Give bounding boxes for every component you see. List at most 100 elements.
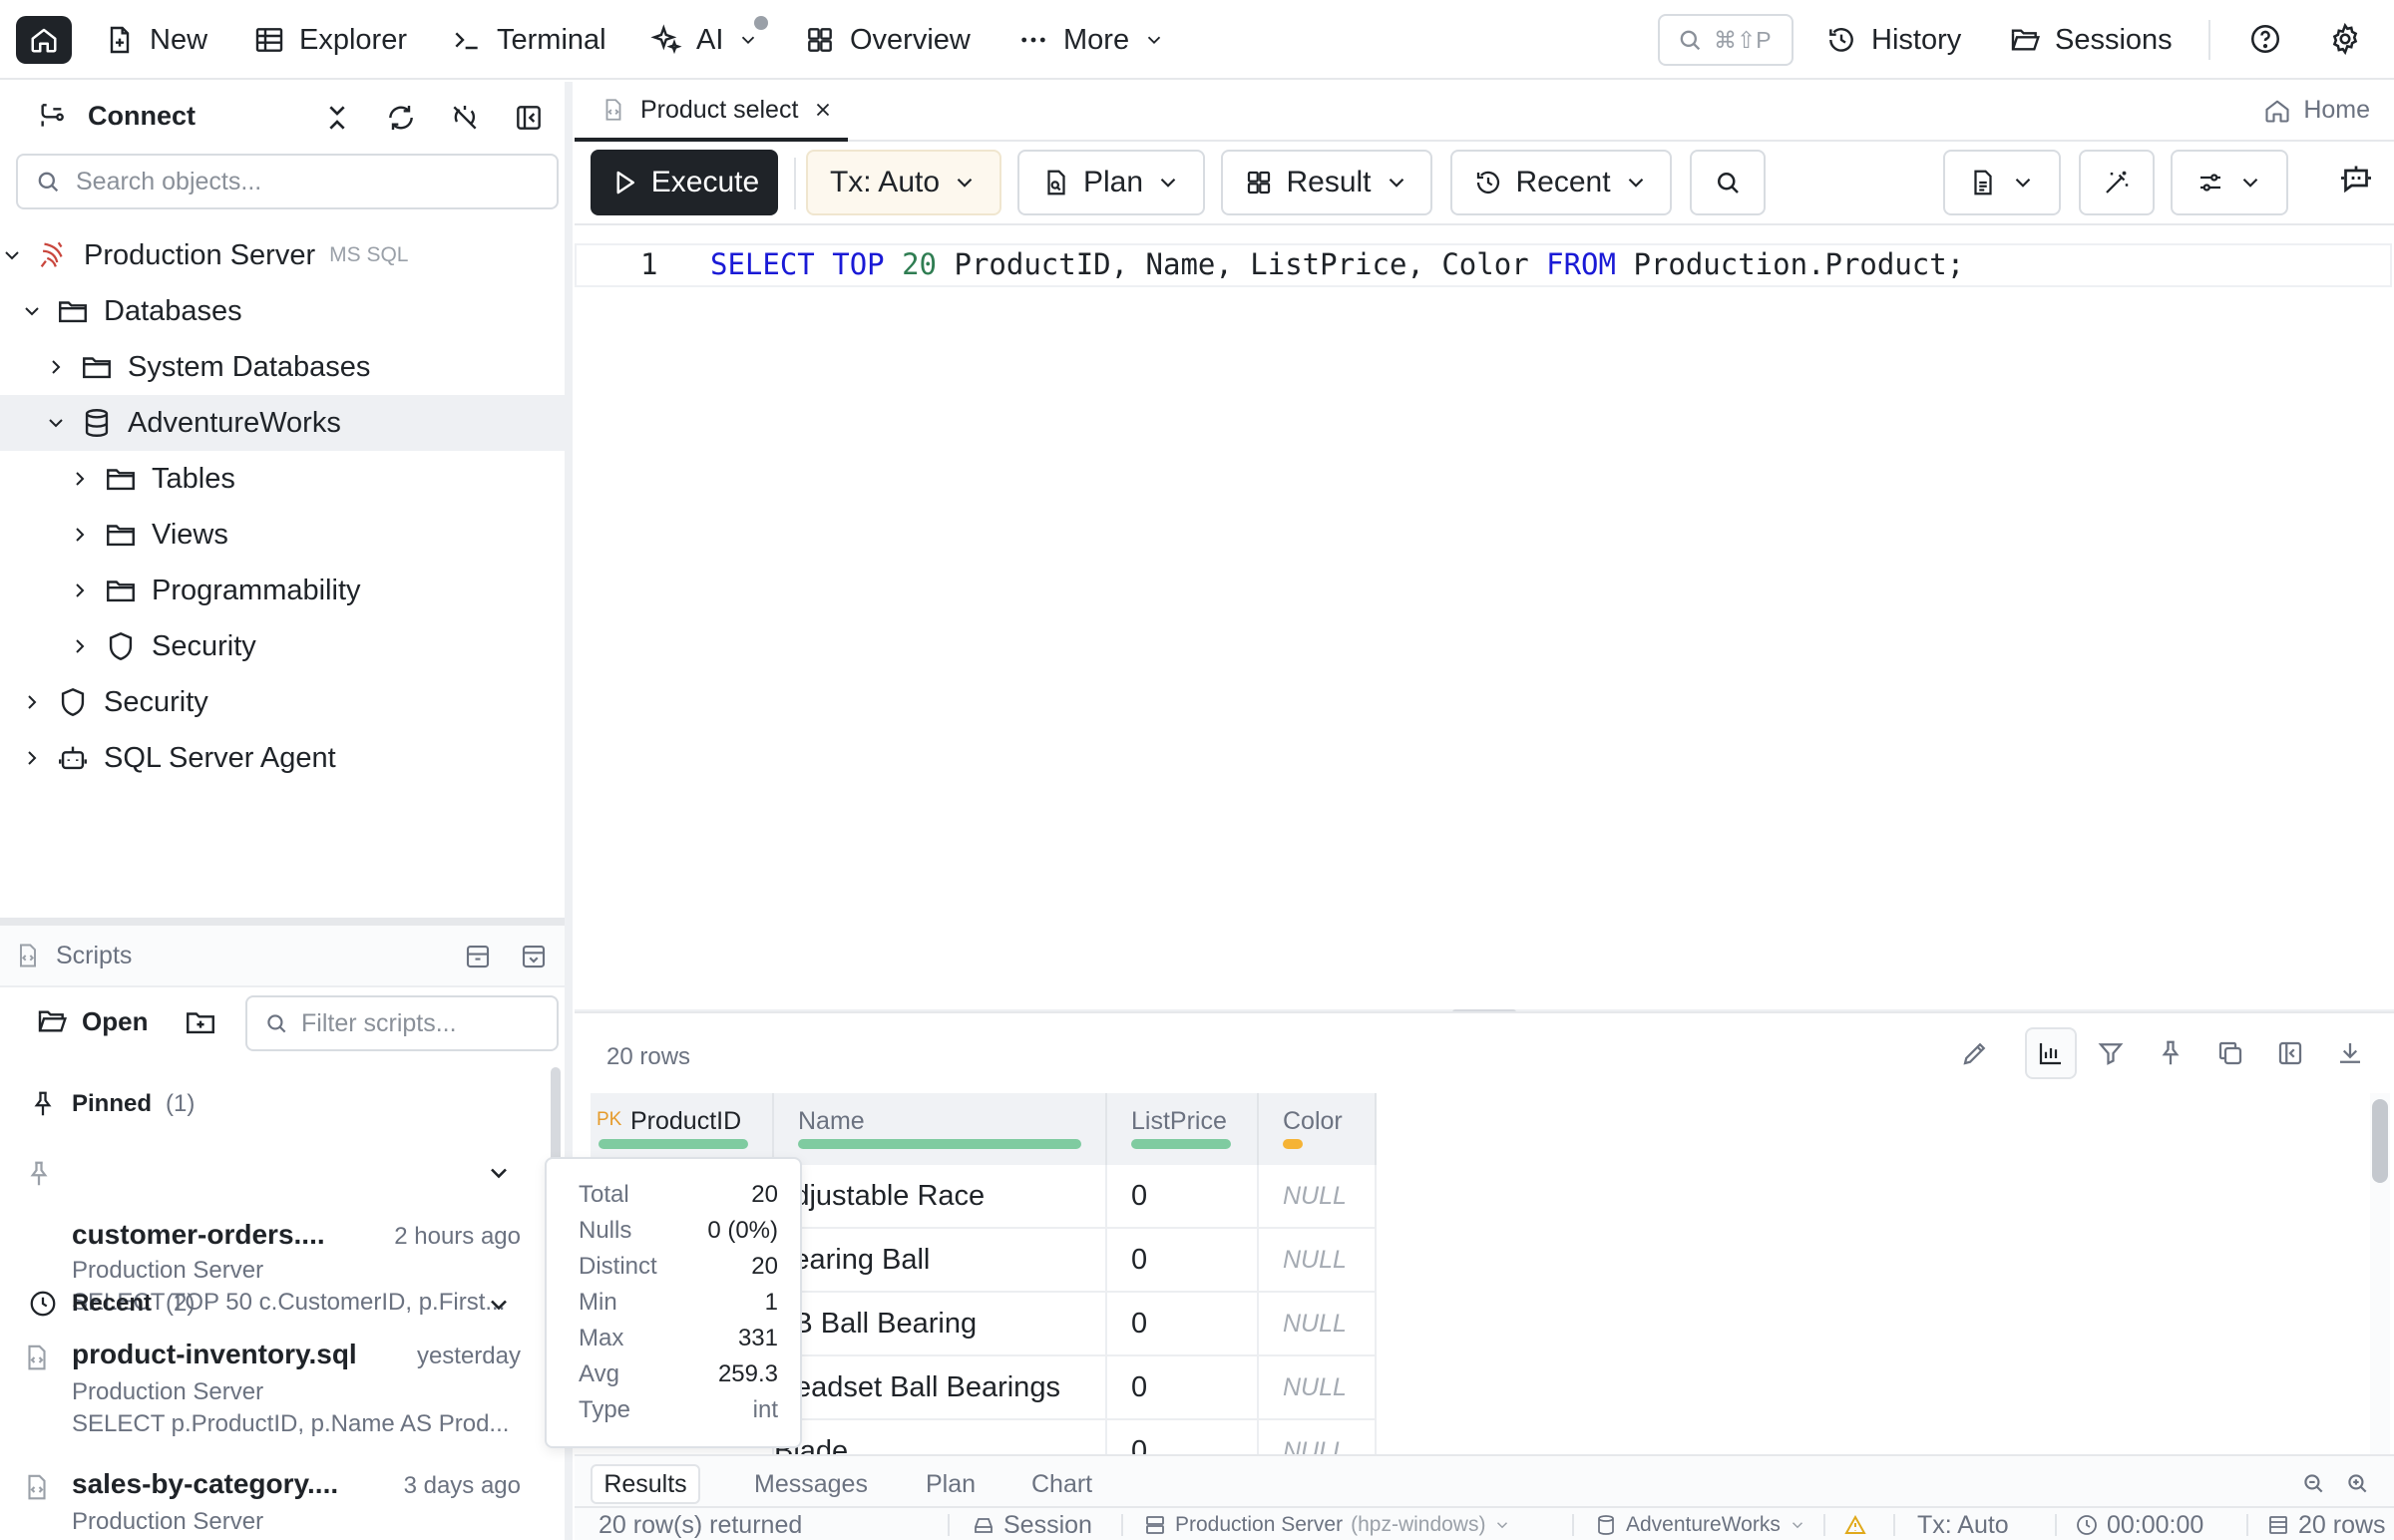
cell-name[interactable]: Headset Ball Bearings [774, 1356, 1107, 1420]
cell-name[interactable]: Blade [774, 1420, 1107, 1456]
command-search[interactable]: ⌘⇧P [1658, 14, 1794, 66]
transaction-mode-dropdown[interactable]: Tx: Auto [806, 150, 1001, 215]
execute-button[interactable]: Execute [591, 150, 778, 215]
tree-tables[interactable]: Tables [0, 451, 565, 507]
home-link[interactable]: Home [2263, 96, 2370, 125]
refresh-button[interactable] [385, 102, 417, 134]
tree-sql-server-agent[interactable]: SQL Server Agent [0, 730, 565, 786]
filter-scripts-input[interactable]: Filter scripts... [245, 995, 559, 1051]
tab-results[interactable]: Results [591, 1464, 700, 1504]
cell-color[interactable]: NULL [1259, 1356, 1377, 1420]
cell-listprice[interactable]: 0 [1107, 1420, 1259, 1456]
tree-views[interactable]: Views [0, 507, 565, 563]
sessions-button[interactable]: Sessions [2009, 16, 2173, 64]
help-button[interactable] [2248, 22, 2282, 56]
zoom-in-icon[interactable] [2344, 1470, 2370, 1496]
database-selector[interactable]: AdventureWorks [1594, 1510, 1806, 1540]
agent-label: SQL Server Agent [104, 741, 336, 774]
code-line[interactable]: SELECT TOP 20 ProductID, Name, ListPrice… [710, 247, 1964, 281]
open-label: Open [82, 1005, 149, 1036]
recent-dropdown[interactable]: Recent [1450, 150, 1672, 215]
table-name: Production.Product; [1633, 247, 1965, 281]
recent-script-item[interactable]: sales-by-category.... 3 days ago Product… [0, 1462, 549, 1540]
sparkle-icon [650, 24, 682, 55]
pinned-label: Pinned [72, 1090, 153, 1117]
cell-color[interactable]: NULL [1259, 1420, 1377, 1456]
cell-name[interactable]: Bearing Ball [774, 1229, 1107, 1293]
collapse-panel-icon[interactable] [519, 942, 549, 971]
sql-editor[interactable]: 1 SELECT TOP 20 ProductID, Name, ListPri… [575, 227, 2394, 1011]
drive-icon [975, 1518, 993, 1533]
zoom-out-icon[interactable] [2300, 1470, 2326, 1496]
disconnect-button[interactable] [449, 102, 481, 134]
format-dropdown[interactable] [1943, 150, 2061, 215]
search-shortcut: ⌘⇧P [1714, 26, 1772, 53]
tree-system-databases[interactable]: System Databases [0, 339, 565, 395]
session-indicator[interactable]: Session [972, 1510, 1092, 1540]
new-folder-button[interactable] [184, 1005, 217, 1039]
table-icon [255, 28, 283, 52]
panel-splitter[interactable] [0, 918, 565, 926]
recent-script-item[interactable]: product-inventory.sql yesterday Producti… [0, 1333, 549, 1452]
search-objects-input[interactable]: Search objects... [16, 154, 559, 209]
tab-messages[interactable]: Messages [754, 1464, 868, 1504]
cell-color[interactable]: NULL [1259, 1165, 1377, 1229]
more-button[interactable]: More [1017, 16, 1165, 64]
tree-security[interactable]: Security [0, 674, 565, 730]
session-label: Session [1003, 1510, 1092, 1539]
connect-button[interactable]: Connect [36, 100, 196, 132]
tree-server[interactable]: Production Server MS SQL [0, 227, 565, 283]
cell-listprice[interactable]: 0 [1107, 1229, 1259, 1293]
status-divider [2055, 1514, 2057, 1536]
cell-color-value: NULL [1283, 1181, 1347, 1210]
tree-db-security[interactable]: Security [0, 618, 565, 674]
pin-icon [30, 1161, 48, 1186]
collapse-all-button[interactable] [321, 102, 353, 134]
tree-adventureworks[interactable]: AdventureWorks [0, 395, 565, 451]
tree-programmability[interactable]: Programmability [0, 563, 565, 618]
chevron-down-icon[interactable] [485, 1291, 513, 1319]
recent-label: Recent [72, 1290, 153, 1317]
host-label: (hpz-windows) [1351, 1513, 1486, 1536]
folder-icon [107, 525, 135, 547]
warning-indicator[interactable] [1843, 1510, 1867, 1540]
ai-assistant-button[interactable] [2338, 162, 2374, 197]
cell-color[interactable]: NULL [1259, 1293, 1377, 1356]
tree-databases[interactable]: Databases [0, 283, 565, 339]
overview-button[interactable]: Overview [804, 16, 971, 64]
result-dropdown[interactable]: Result [1221, 150, 1432, 215]
explorer-button[interactable]: Explorer [253, 16, 407, 64]
magic-wand-button[interactable] [2079, 150, 2155, 215]
status-divider [2246, 1514, 2248, 1536]
ai-button[interactable]: AI [650, 16, 759, 64]
stat-key: Total [579, 1181, 629, 1208]
close-icon[interactable] [812, 99, 834, 121]
sessions-label: Sessions [2055, 23, 2173, 56]
server-selector[interactable]: Production Server (hpz-windows) [1143, 1510, 1511, 1540]
archive-icon[interactable] [463, 942, 493, 971]
open-script-button[interactable]: Open [36, 1005, 148, 1037]
find-button[interactable] [1690, 150, 1766, 215]
cell-listprice[interactable]: 0 [1107, 1165, 1259, 1229]
settings-button[interactable] [2328, 22, 2362, 56]
grid-scrollbar[interactable] [2372, 1099, 2388, 1183]
cell-color[interactable]: NULL [1259, 1229, 1377, 1293]
cell-name[interactable]: BB Ball Bearing [774, 1293, 1107, 1356]
cell-listprice[interactable]: 0 [1107, 1356, 1259, 1420]
document-icon [1974, 170, 1992, 195]
options-dropdown[interactable] [2171, 150, 2288, 215]
tab-chart[interactable]: Chart [1031, 1464, 1092, 1504]
recent-section-header[interactable]: Recent (2) [28, 1289, 195, 1319]
plan-dropdown[interactable]: Plan [1017, 150, 1205, 215]
pinned-section-header[interactable]: Pinned (1) [28, 1089, 527, 1119]
search-icon [1718, 173, 1739, 193]
toggle-sidebar-button[interactable] [513, 102, 545, 134]
history-button[interactable]: History [1825, 16, 1961, 64]
terminal-button[interactable]: Terminal [451, 16, 606, 64]
home-button[interactable] [16, 16, 72, 64]
new-button[interactable]: New [104, 16, 207, 64]
tab-product-select[interactable]: Product select [575, 82, 848, 142]
cell-name[interactable]: Adjustable Race [774, 1165, 1107, 1229]
tab-plan[interactable]: Plan [926, 1464, 976, 1504]
cell-listprice[interactable]: 0 [1107, 1293, 1259, 1356]
